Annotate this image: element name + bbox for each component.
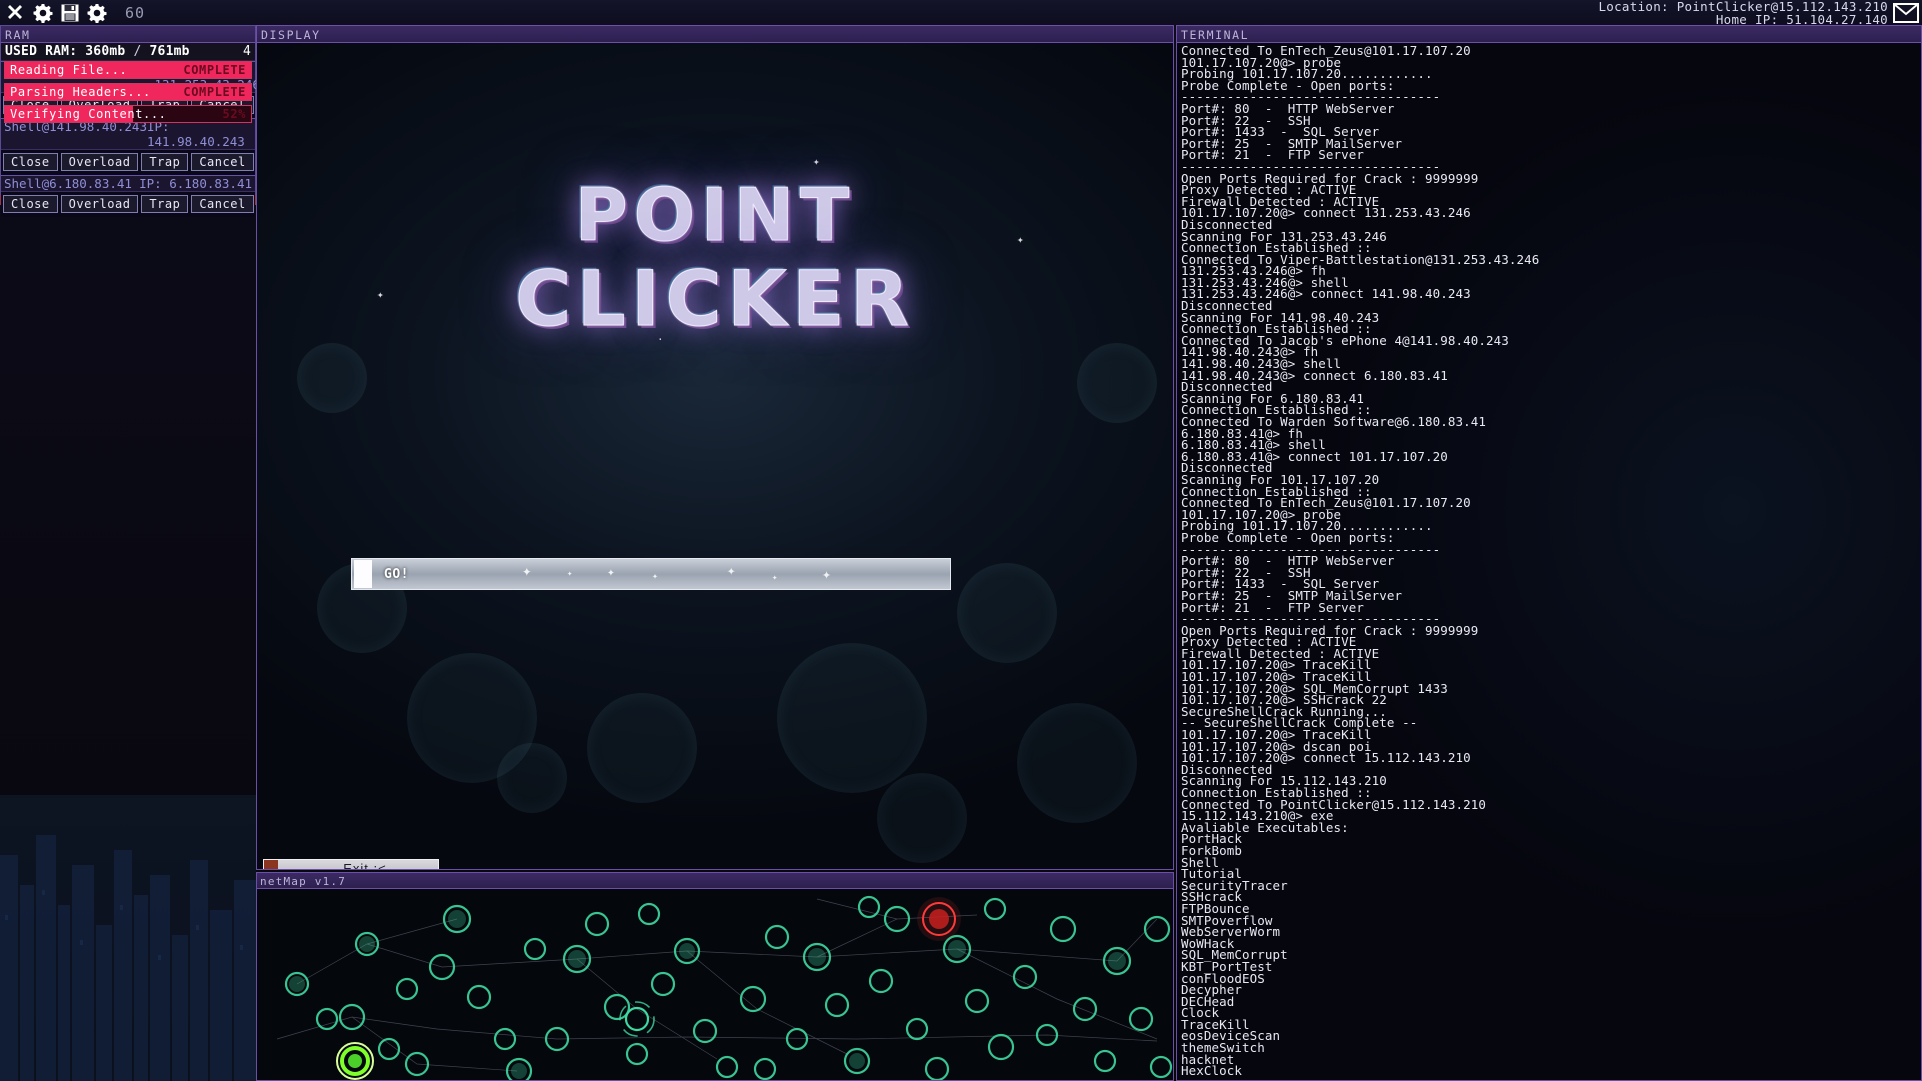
exit-button[interactable]: Exit :< bbox=[263, 859, 439, 869]
progress-value: 52% bbox=[222, 107, 246, 121]
ram-usage-row: USED RAM: 360mb / 761mb 4 bbox=[1, 43, 255, 61]
terminal-line: HexClock bbox=[1181, 1063, 1243, 1079]
netmap-node-active bbox=[336, 1042, 374, 1080]
display-content: ✦ ✦ ✦ · POINT CLICKER GO! ✦ ✦ ✦ ✦ ✦ ✦ ✦ … bbox=[257, 43, 1173, 869]
terminal-line: WebServerWorm bbox=[1181, 924, 1281, 940]
hacknet-game-window: 60 Location: PointClicker@15.112.143.210… bbox=[0, 0, 1922, 1081]
ram-total-value: 761mb bbox=[149, 44, 190, 59]
ram-process-count: 4 bbox=[242, 44, 251, 59]
terminal-line: TraceKill bbox=[1181, 1016, 1250, 1032]
overload-button[interactable]: Overload bbox=[60, 195, 139, 213]
terminal-line: eosDeviceScan bbox=[1181, 1028, 1281, 1044]
progress-label: Verifying Content... bbox=[10, 107, 167, 121]
terminal-line: PortHack bbox=[1181, 831, 1243, 847]
ram-panel-title: RAM bbox=[1, 26, 255, 43]
ram-process-ip: IP: 141.98.40.243 bbox=[147, 119, 245, 149]
progress-label: Reading File... bbox=[10, 63, 128, 77]
close-button[interactable]: Close bbox=[3, 153, 58, 171]
netmap-graph[interactable] bbox=[257, 889, 1173, 1081]
go-bar-knob[interactable] bbox=[354, 560, 372, 588]
terminal-line: conFloodEOS bbox=[1181, 970, 1265, 986]
ram-process-row: Shell@6.180.83.41 IP: 6.180.83.41 Close … bbox=[1, 175, 255, 217]
city-silhouette bbox=[0, 835, 256, 1081]
terminal-line: KBT_PortTest bbox=[1181, 958, 1273, 974]
terminal-line: ForkBomb bbox=[1181, 842, 1243, 858]
ram-process-actions: Close Overload Trap Cancel bbox=[1, 192, 255, 217]
terminal-panel: TERMINAL Connected To EnTech_Zeus@101.17… bbox=[1176, 25, 1922, 1081]
terminal-line: 131.253.43.246@> connect 141.98.40.243 bbox=[1181, 286, 1471, 302]
terminal-line: 101.17.107.20@> connect 15.112.143.210 bbox=[1181, 750, 1471, 766]
overload-button[interactable]: Overload bbox=[60, 153, 139, 171]
terminal-line: Tutorial bbox=[1181, 866, 1243, 882]
terminal-line: Decypher bbox=[1181, 982, 1243, 998]
terminal-line: FTPBounce bbox=[1181, 900, 1250, 916]
settings-icon[interactable] bbox=[87, 3, 107, 23]
progress-bar-list: Reading File... COMPLETE Parsing Headers… bbox=[1, 57, 255, 123]
trap-button[interactable]: Trap bbox=[141, 195, 189, 213]
display-panel: DISPLAY ✦ ✦ ✦ · POINT CLICKER GO! ✦ ✦ ✦ … bbox=[256, 25, 1174, 870]
close-icon[interactable] bbox=[4, 2, 26, 24]
terminal-line: 6.180.83.41@> connect 101.17.107.20 bbox=[1181, 448, 1448, 464]
ram-process-name: Shell@141.98.40.243 bbox=[4, 119, 147, 134]
go-label: GO! bbox=[384, 566, 409, 582]
terminal-output[interactable]: Connected To EnTech_Zeus@101.17.107.20 10… bbox=[1177, 43, 1921, 1080]
netmap-node-scanning bbox=[619, 1001, 655, 1037]
left-background-texture bbox=[0, 795, 256, 1081]
game-logo: POINT CLICKER bbox=[257, 173, 1173, 343]
gear-icon[interactable] bbox=[33, 3, 53, 23]
terminal-line: Clock bbox=[1181, 1005, 1220, 1021]
terminal-line: Shell bbox=[1181, 854, 1220, 870]
ram-used-label: USED RAM: bbox=[5, 44, 86, 59]
ram-process-ip: IP: 6.180.83.41 bbox=[139, 176, 252, 191]
terminal-line: 101.17.107.20@> connect 131.253.43.246 bbox=[1181, 205, 1471, 221]
terminal-line: hacknet bbox=[1181, 1051, 1235, 1067]
terminal-line: WoWHack bbox=[1181, 935, 1235, 951]
top-toolbar: 60 Location: PointClicker@15.112.143.210… bbox=[0, 0, 1922, 26]
ram-process-row: Shell@141.98.40.243 IP: 141.98.40.243 Cl… bbox=[1, 118, 255, 175]
netmap-node-hostile bbox=[917, 897, 961, 941]
save-icon[interactable] bbox=[60, 3, 80, 23]
progress-label: Parsing Headers... bbox=[10, 85, 151, 99]
location-info: Location: PointClicker@15.112.143.210 Ho… bbox=[1598, 0, 1922, 26]
logo-line-1: POINT bbox=[574, 173, 856, 258]
toolbar-icon-group bbox=[0, 2, 107, 24]
terminal-line: DECHead bbox=[1181, 993, 1235, 1009]
logo-line-2: CLICKER bbox=[515, 254, 915, 343]
netmap-nodes[interactable] bbox=[257, 889, 1173, 1081]
ram-separator: / bbox=[125, 44, 150, 59]
close-button[interactable]: Close bbox=[3, 195, 58, 213]
terminal-line: SecurityTracer bbox=[1181, 877, 1288, 893]
netmap-title: netMap v1.7 bbox=[257, 873, 1173, 889]
go-progress-bar[interactable]: GO! ✦ ✦ ✦ ✦ ✦ ✦ ✦ bbox=[351, 558, 951, 590]
netmap-panel: netMap v1.7 bbox=[256, 872, 1174, 1081]
terminal-line: SMTPoverflow bbox=[1181, 912, 1273, 928]
terminal-line: themeSwitch bbox=[1181, 1040, 1265, 1056]
display-panel-title: DISPLAY bbox=[257, 26, 1173, 43]
progress-bar: Verifying Content... 52% bbox=[4, 105, 252, 123]
terminal-panel-title: TERMINAL bbox=[1177, 26, 1921, 43]
ram-process-name: Shell@6.180.83.41 bbox=[4, 176, 132, 191]
progress-bar: Reading File... COMPLETE bbox=[4, 61, 252, 79]
progress-value: COMPLETE bbox=[183, 63, 246, 77]
trap-button[interactable]: Trap bbox=[141, 153, 189, 171]
cancel-button[interactable]: Cancel bbox=[191, 153, 254, 171]
terminal-line: Avaliable Executables: bbox=[1181, 819, 1349, 835]
terminal-line: SSHcrack bbox=[1181, 889, 1243, 905]
terminal-line: 141.98.40.243@> connect 6.180.83.41 bbox=[1181, 367, 1448, 383]
mail-icon[interactable] bbox=[1893, 3, 1919, 23]
progress-bar: Parsing Headers... COMPLETE bbox=[4, 83, 252, 101]
terminal-line: SQL_MemCorrupt bbox=[1181, 947, 1288, 963]
ram-process-actions: Close Overload Trap Cancel bbox=[1, 150, 255, 175]
ram-used-value: 360mb bbox=[85, 44, 126, 59]
fps-counter: 60 bbox=[125, 4, 146, 22]
progress-value: COMPLETE bbox=[183, 85, 246, 99]
cancel-button[interactable]: Cancel bbox=[191, 195, 254, 213]
